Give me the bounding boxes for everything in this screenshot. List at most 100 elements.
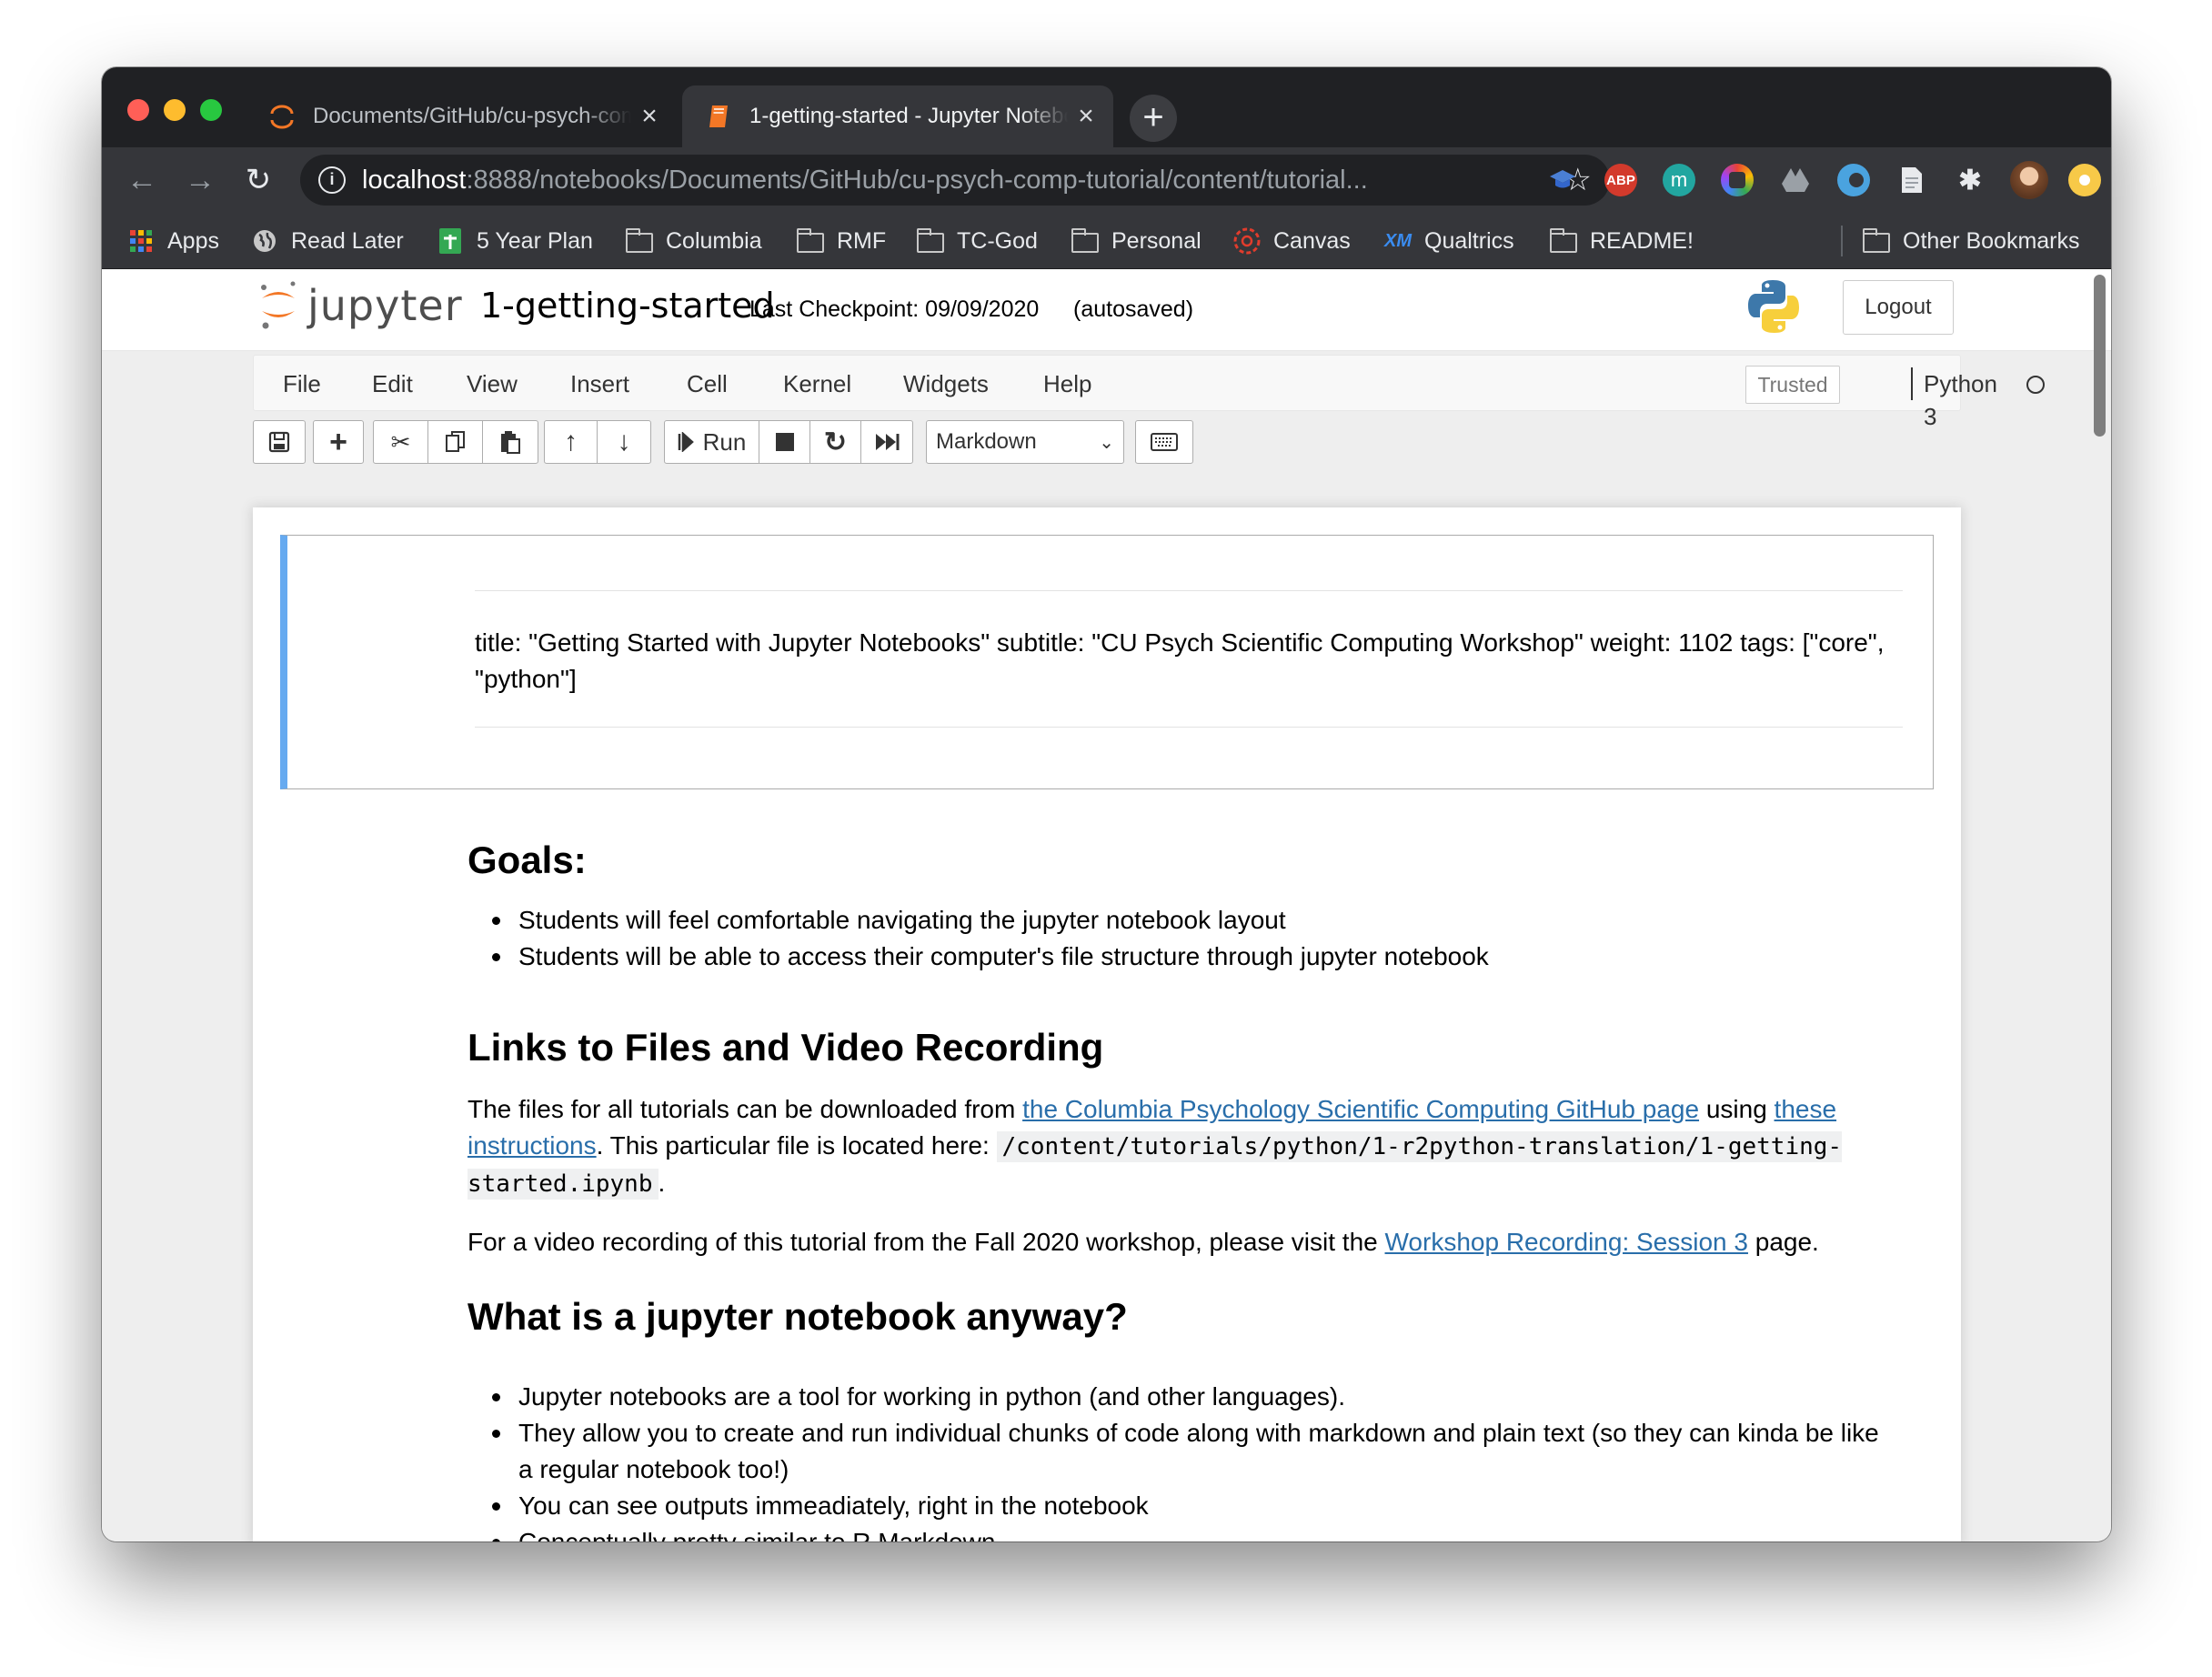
folder-icon xyxy=(625,228,653,253)
restart-run-all-icon[interactable] xyxy=(861,421,912,463)
tab-title: 1-getting-started - Jupyter Notebook xyxy=(749,104,1068,128)
list-item: Students will feel comfortable navigatin… xyxy=(492,902,1892,939)
menu-view[interactable]: View xyxy=(467,356,518,412)
logout-button[interactable]: Logout xyxy=(1843,280,1954,335)
menu-kernel[interactable]: Kernel xyxy=(783,356,851,412)
keyboard-shortcuts-icon[interactable] xyxy=(1136,421,1192,463)
move-down-arrow-icon[interactable]: ↓ xyxy=(598,421,650,463)
bookmark-canvas[interactable]: Canvas xyxy=(1233,213,1351,269)
paragraph-text: For a video recording of this tutorial f… xyxy=(468,1228,1385,1256)
bookmark-other[interactable]: Other Bookmarks xyxy=(1862,213,2080,269)
bookmark-readme[interactable]: README! xyxy=(1549,213,1694,269)
jupyter-favicon-icon xyxy=(266,100,298,133)
move-up-arrow-icon[interactable]: ↑ xyxy=(545,421,598,463)
google-drive-icon[interactable] xyxy=(1779,164,1812,196)
forward-arrow-icon[interactable]: → xyxy=(178,158,222,202)
apps-grid-icon xyxy=(127,229,155,253)
bookmark-personal[interactable]: Personal xyxy=(1071,213,1202,269)
folder-icon xyxy=(1862,228,1890,253)
selected-markdown-cell[interactable]: title: "Getting Started with Jupyter Not… xyxy=(280,535,1934,789)
tab-close-icon[interactable]: × xyxy=(1068,101,1104,132)
files-paragraph: The files for all tutorials can be downl… xyxy=(468,1091,1886,1202)
bookmark-label: Other Bookmarks xyxy=(1903,227,2080,254)
horizontal-rule xyxy=(475,590,1903,591)
folder-icon xyxy=(1071,228,1099,253)
goals-list: Students will feel comfortable navigatin… xyxy=(492,902,1892,975)
restart-icon[interactable]: ↻ xyxy=(810,421,861,463)
bookmark-tc-god[interactable]: TC-God xyxy=(916,213,1038,269)
kernel-name[interactable]: Python 3 xyxy=(1911,367,1997,430)
moon-extension-icon[interactable] xyxy=(1837,164,1870,196)
paragraph-text: . This particular file is located here: xyxy=(596,1131,997,1160)
bookmark-5-year-plan[interactable]: 5 Year Plan xyxy=(437,213,593,269)
new-tab-button[interactable]: + xyxy=(1130,95,1177,142)
jupyter-logo[interactable]: jupyter xyxy=(258,280,463,331)
insert-cell-plus-icon[interactable]: + xyxy=(314,421,363,463)
tab-notebook[interactable]: 1-getting-started - Jupyter Notebook × xyxy=(682,85,1113,147)
cell-type-select[interactable]: Markdown ⌄ xyxy=(926,420,1124,464)
bookmark-label: README! xyxy=(1590,227,1694,254)
folder-icon xyxy=(796,228,824,253)
bookmark-label: Canvas xyxy=(1273,227,1351,254)
graduation-cap-extension-icon[interactable] xyxy=(1546,164,1579,196)
github-page-link[interactable]: the Columbia Psychology Scientific Compu… xyxy=(1022,1095,1699,1123)
trusted-indicator[interactable]: Trusted xyxy=(1745,366,1840,404)
bookmark-read-later[interactable]: Read Later xyxy=(251,213,404,269)
extensions-puzzle-icon[interactable]: ✱ xyxy=(1954,164,1986,196)
close-window-button[interactable] xyxy=(127,99,149,121)
cut-scissors-icon[interactable]: ✂ xyxy=(374,421,428,463)
m-extension-icon[interactable]: m xyxy=(1663,164,1695,196)
bookmark-columbia[interactable]: Columbia xyxy=(625,213,762,269)
site-info-icon[interactable]: i xyxy=(318,166,346,194)
menu-help[interactable]: Help xyxy=(1043,356,1091,412)
copy-icon[interactable] xyxy=(428,421,483,463)
menu-file[interactable]: File xyxy=(283,356,321,412)
folder-icon xyxy=(916,228,944,253)
minimize-window-button[interactable] xyxy=(164,99,186,121)
back-arrow-icon[interactable]: ← xyxy=(120,158,164,202)
python-logo-icon xyxy=(1746,278,1801,339)
kernel-idle-icon xyxy=(2026,376,2045,394)
what-list: Jupyter notebooks are a tool for working… xyxy=(492,1379,1892,1541)
list-item: You can see outputs immeadiately, right … xyxy=(492,1488,1892,1524)
save-group xyxy=(253,420,306,464)
notebook-name[interactable]: 1-getting-started xyxy=(480,286,775,326)
menu-edit[interactable]: Edit xyxy=(372,356,413,412)
workshop-recording-link[interactable]: Workshop Recording: Session 3 xyxy=(1385,1228,1748,1256)
tab-directory[interactable]: Documents/GitHub/cu-psych-comp-tutorial … xyxy=(246,85,677,147)
menu-cell[interactable]: Cell xyxy=(687,356,728,412)
browser-window: Documents/GitHub/cu-psych-comp-tutorial … xyxy=(102,67,2111,1541)
interrupt-stop-icon[interactable] xyxy=(759,421,810,463)
bookmark-rmf[interactable]: RMF xyxy=(796,213,886,269)
paste-clipboard-icon[interactable] xyxy=(483,421,538,463)
zoom-window-button[interactable] xyxy=(200,99,222,121)
save-icon[interactable] xyxy=(254,421,305,463)
document-extension-icon[interactable] xyxy=(1895,164,1928,196)
insert-group: + xyxy=(313,420,364,464)
update-indicator-icon[interactable] xyxy=(2068,164,2101,196)
list-item: Conceptually pretty similar to R Markdow… xyxy=(492,1524,1892,1541)
horizontal-rule xyxy=(475,727,1903,728)
run-button[interactable]: Run xyxy=(665,421,759,463)
cell-type-value: Markdown xyxy=(936,429,1037,454)
adblock-extension-icon[interactable]: ABP xyxy=(1604,164,1637,196)
edit-group: ✂ xyxy=(373,420,538,464)
bookmark-qualtrics[interactable]: XM Qualtrics xyxy=(1384,213,1514,269)
sheets-icon xyxy=(437,228,464,254)
canvas-icon xyxy=(1233,227,1261,255)
page-scrollbar[interactable] xyxy=(2094,275,2106,437)
address-bar[interactable]: i localhost:8888/notebooks/Documents/Git… xyxy=(300,155,1610,206)
color-picker-extension-icon[interactable] xyxy=(1721,164,1754,196)
bookmark-apps[interactable]: Apps xyxy=(127,213,219,269)
reload-icon[interactable]: ↻ xyxy=(236,158,280,202)
tab-close-icon[interactable]: × xyxy=(631,101,668,132)
chevron-down-icon: ⌄ xyxy=(1099,432,1114,453)
bookmarks-bar: Apps Read Later 5 Year Plan Columbia RMF… xyxy=(102,213,2111,269)
menu-insert[interactable]: Insert xyxy=(570,356,629,412)
move-group: ↑ ↓ xyxy=(544,420,651,464)
folder-icon xyxy=(1549,228,1577,253)
menu-widgets[interactable]: Widgets xyxy=(903,356,989,412)
bookmark-label: Qualtrics xyxy=(1424,227,1514,254)
menu-bar: File Edit View Insert Cell Kernel Widget… xyxy=(253,355,2045,430)
profile-avatar[interactable] xyxy=(2010,161,2048,199)
